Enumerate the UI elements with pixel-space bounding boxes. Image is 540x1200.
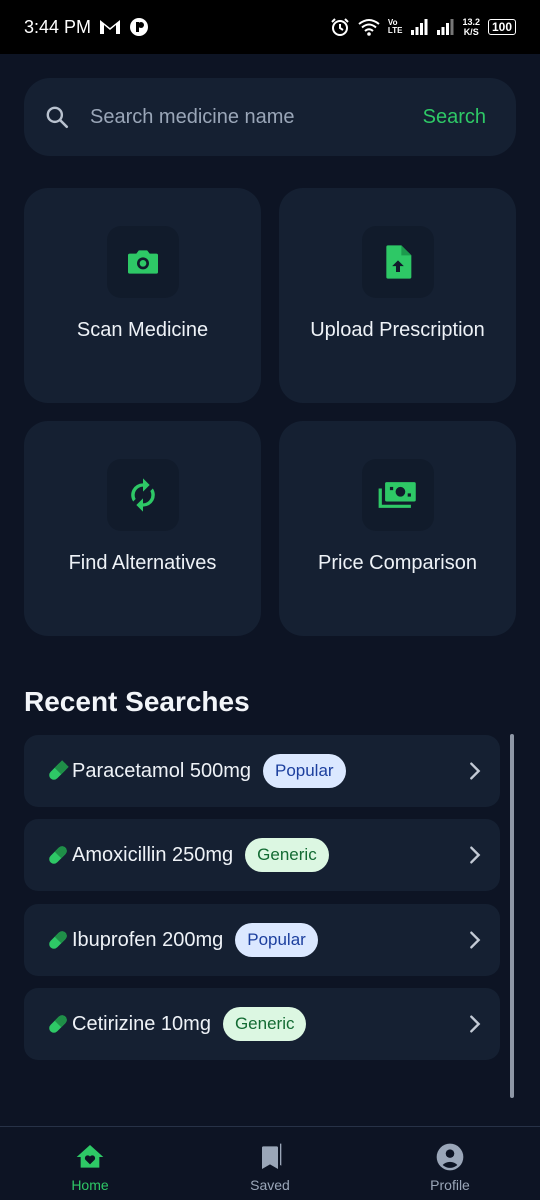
card-label: Scan Medicine	[76, 319, 209, 341]
pill-icon	[49, 931, 67, 949]
bottom-navigation: Home Saved Profile	[0, 1126, 540, 1200]
wifi-icon	[358, 18, 380, 36]
money-icon	[361, 459, 434, 531]
search-icon	[46, 106, 69, 129]
medicine-name: Cetirizine 10mg	[72, 1012, 211, 1035]
chevron-right-icon	[470, 931, 481, 949]
status-badge: Generic	[245, 838, 329, 872]
net-speed: 13.2 K/S	[462, 17, 480, 37]
card-label: Upload Prescription	[310, 319, 485, 341]
gmail-icon	[99, 18, 121, 36]
bookmarks-icon	[262, 1143, 282, 1169]
medicine-name: Amoxicillin 250mg	[72, 843, 234, 866]
recent-item-cetirizine[interactable]: Cetirizine 10mg Generic	[24, 988, 500, 1060]
card-label: Price Comparison	[318, 552, 477, 574]
chevron-right-icon	[470, 762, 481, 780]
net-speed-unit: K/S	[463, 27, 479, 37]
card-label: Find Alternatives	[68, 552, 217, 574]
pill-icon	[49, 760, 69, 780]
nav-home[interactable]: Home	[0, 1127, 180, 1200]
scan-medicine-card[interactable]: Scan Medicine	[24, 188, 261, 403]
search-bar: Search	[24, 78, 516, 156]
status-badge: Popular	[262, 754, 346, 788]
chevron-right-icon	[470, 1015, 481, 1033]
battery-indicator: 100	[487, 19, 516, 35]
net-speed-value: 13.2	[462, 17, 480, 27]
recent-item-ibuprofen[interactable]: Ibuprofen 200mg Popular	[24, 904, 500, 976]
recent-searches-title: Recent Searches	[24, 686, 250, 717]
medicine-name: Ibuprofen 200mg	[72, 928, 224, 951]
find-alternatives-card[interactable]: Find Alternatives	[24, 421, 261, 636]
pill-icon	[49, 1015, 67, 1033]
camera-icon	[106, 226, 179, 298]
nav-label: Home	[71, 1177, 109, 1193]
recent-item-amoxicillin[interactable]: Amoxicillin 250mg Generic	[24, 819, 500, 891]
signal-2-icon	[436, 19, 454, 35]
nav-label: Profile	[430, 1177, 470, 1193]
status-time: 3:44 PM	[24, 16, 92, 37]
signal-icon	[410, 19, 428, 35]
status-badge: Popular	[235, 923, 318, 957]
status-badge: Generic	[222, 1007, 307, 1041]
nav-profile[interactable]: Profile	[360, 1127, 540, 1200]
price-comparison-card[interactable]: Price Comparison	[279, 421, 516, 636]
file-upload-icon	[361, 226, 434, 298]
sync-icon	[106, 459, 179, 531]
status-bar: 3:44 PM Vo LTE 13.2 K/S 100	[0, 0, 540, 54]
volte-indicator: Vo LTE	[388, 19, 403, 35]
pill-icon	[49, 846, 67, 864]
alarm-icon	[330, 17, 350, 37]
volte-bottom: LTE	[387, 26, 403, 35]
upload-prescription-card[interactable]: Upload Prescription	[279, 188, 516, 403]
account-circle-icon	[436, 1143, 464, 1171]
recent-item-paracetamol[interactable]: Paracetamol 500mg Popular	[24, 735, 500, 807]
home-heart-icon	[76, 1145, 104, 1168]
search-input[interactable]	[90, 105, 423, 129]
search-button[interactable]: Search	[423, 106, 486, 129]
nav-label: Saved	[250, 1177, 290, 1193]
app-notification-icon	[129, 17, 149, 37]
nav-saved[interactable]: Saved	[180, 1127, 360, 1200]
scrollbar[interactable]	[510, 734, 514, 1098]
medicine-name: Paracetamol 500mg	[72, 759, 251, 782]
chevron-right-icon	[470, 846, 481, 864]
